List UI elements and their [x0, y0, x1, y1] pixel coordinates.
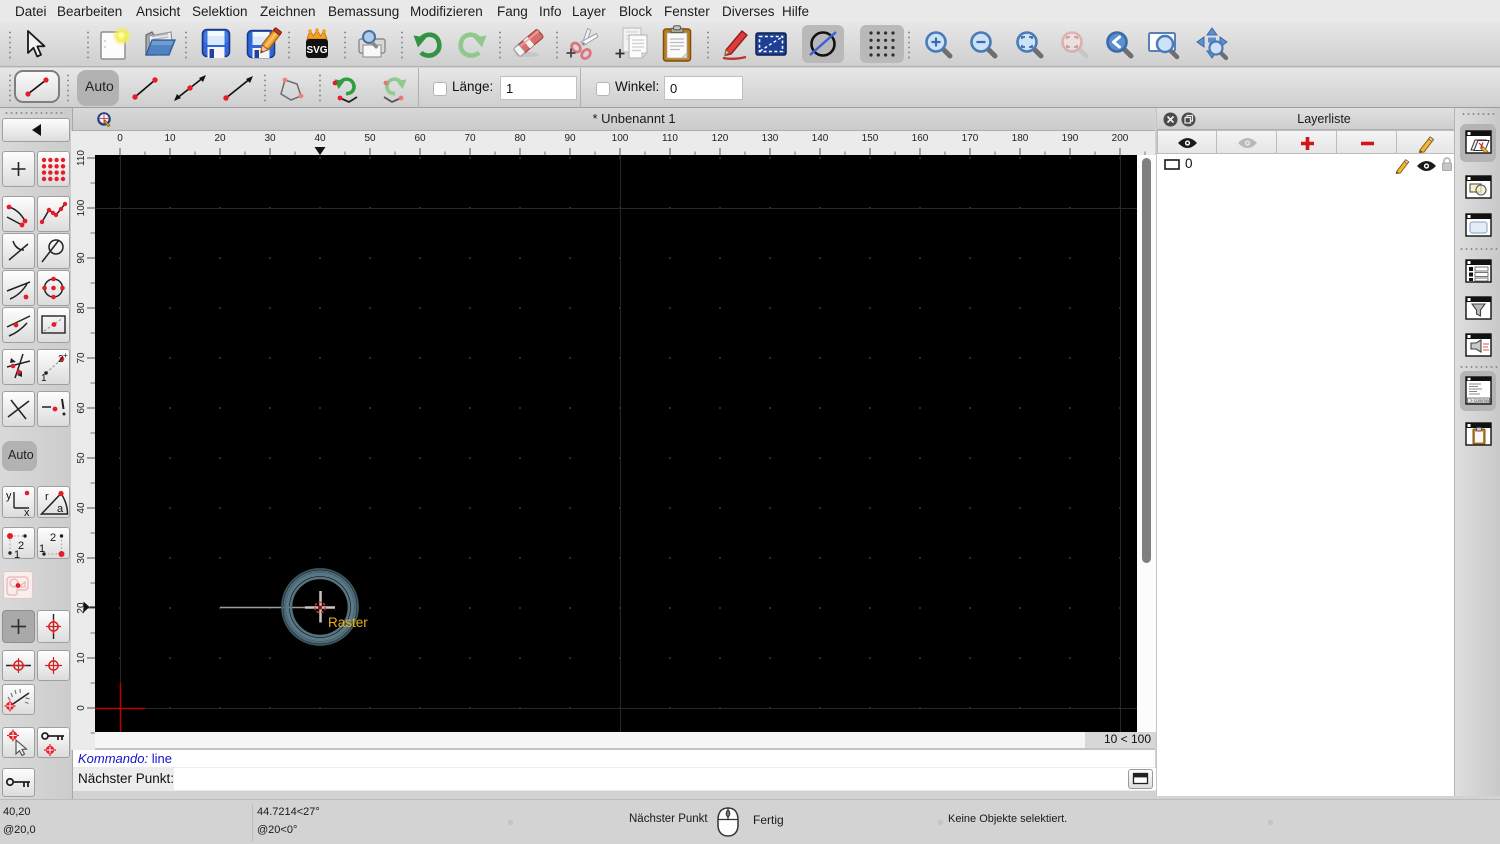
- svg-text:80: 80: [76, 302, 87, 314]
- svg-text:150: 150: [862, 133, 879, 144]
- svg-text:1: 1: [39, 543, 45, 555]
- svg-text:0: 0: [117, 133, 123, 144]
- svg-text:120: 120: [712, 133, 729, 144]
- svg-text:160: 160: [912, 133, 929, 144]
- svg-text:100: 100: [76, 199, 87, 216]
- svg-text:40: 40: [76, 502, 87, 514]
- svg-text:110: 110: [662, 133, 678, 144]
- svg-text:a: a: [57, 503, 64, 515]
- svg-text:30: 30: [264, 133, 276, 144]
- svg-text:60: 60: [414, 133, 426, 144]
- svg-text:0: 0: [76, 705, 87, 711]
- svg-text:2: 2: [50, 532, 56, 544]
- svg-text:110: 110: [76, 150, 87, 166]
- svg-text:80: 80: [514, 133, 526, 144]
- svg-text:90: 90: [76, 252, 87, 264]
- svg-text:20: 20: [214, 133, 226, 144]
- svg-text:30: 30: [76, 552, 87, 564]
- svg-text:1: 1: [41, 373, 47, 384]
- svg-text:r: r: [45, 491, 49, 503]
- svg-text:70: 70: [464, 133, 476, 144]
- svg-text:60: 60: [76, 402, 87, 414]
- svg-text:140: 140: [812, 133, 829, 144]
- svg-text:50: 50: [364, 133, 376, 144]
- svg-text:170: 170: [962, 133, 979, 144]
- svg-text:100: 100: [612, 133, 629, 144]
- svg-text:70: 70: [76, 352, 87, 364]
- svg-text:10: 10: [164, 133, 176, 144]
- svg-text:y: y: [6, 490, 12, 502]
- svg-text:50: 50: [76, 452, 87, 464]
- svg-text:40: 40: [314, 133, 326, 144]
- svg-text:SVG: SVG: [306, 45, 327, 56]
- svg-text:190: 190: [1062, 133, 1079, 144]
- svg-text:180: 180: [1012, 133, 1029, 144]
- svg-text:> command: > command: [1470, 398, 1492, 403]
- svg-text:x: x: [24, 507, 30, 517]
- svg-text:+: +: [63, 351, 68, 360]
- svg-text:130: 130: [762, 133, 779, 144]
- svg-text:Raster: Raster: [328, 615, 368, 630]
- svg-text:90: 90: [564, 133, 576, 144]
- svg-text:10: 10: [76, 652, 87, 664]
- svg-text:200: 200: [1112, 133, 1129, 144]
- svg-text:1: 1: [14, 549, 20, 558]
